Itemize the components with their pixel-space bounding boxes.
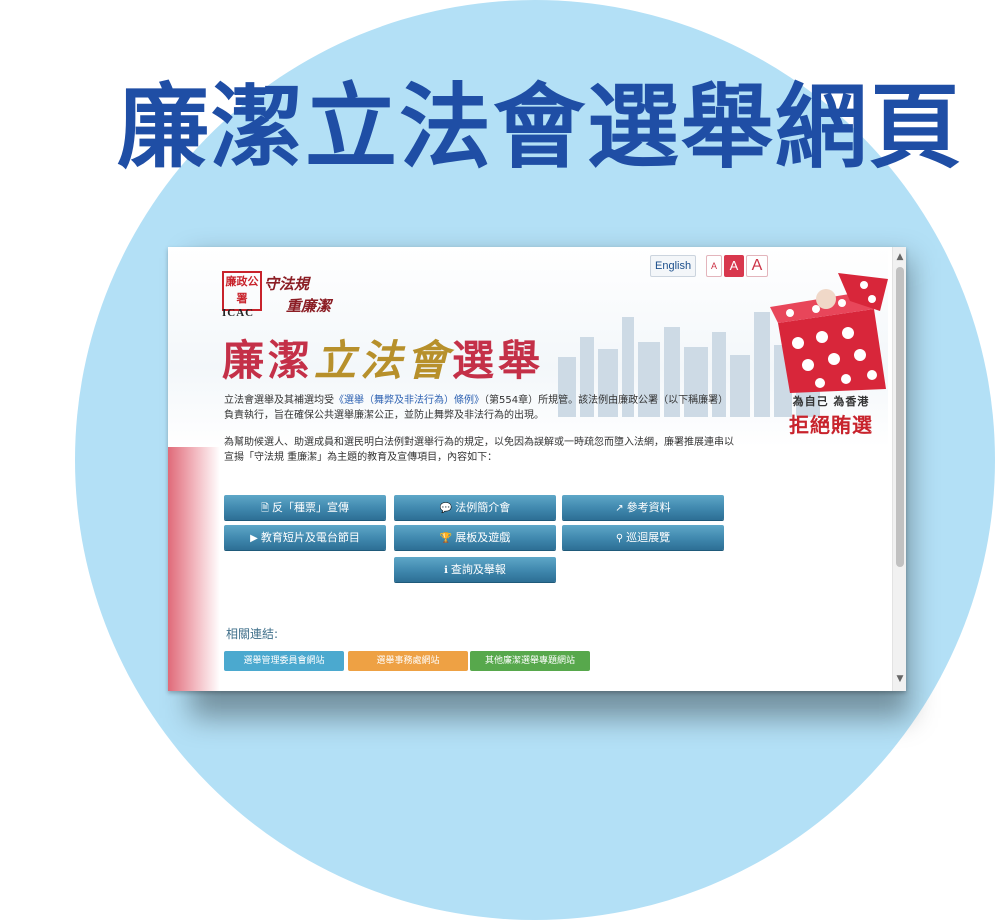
- scroll-thumb[interactable]: [896, 267, 904, 567]
- law-briefing-button[interactable]: 💬 法例簡介會: [394, 495, 556, 520]
- intro-paragraph-1: 立法會選舉及其補選均受《選舉（舞弊及非法行為）條例》（第554章）所規管。該法例…: [224, 393, 734, 423]
- trophy-icon: 🏆: [439, 533, 453, 544]
- slogan-line-2: 重廉潔: [286, 297, 332, 315]
- display-boards-games-button[interactable]: 🏆 展板及遊戲: [394, 525, 556, 550]
- reference-materials-button[interactable]: ↗ 參考資料: [562, 495, 724, 520]
- banner-sub: 為自己 為香港: [792, 395, 870, 408]
- chat-icon: 💬: [439, 503, 453, 514]
- button-label: 查詢及舉報: [450, 563, 506, 576]
- reo-website-link[interactable]: 選舉事務處網站: [348, 651, 468, 671]
- info-icon: ℹ: [444, 565, 448, 576]
- ordinance-link[interactable]: 《選舉（舞弊及非法行為）條例》: [334, 395, 484, 406]
- icac-wordmark: ICAC: [222, 307, 255, 319]
- enquiry-report-button[interactable]: ℹ 查詢及舉報: [394, 557, 556, 582]
- document-icon: 🗎: [260, 503, 270, 514]
- site-title-left: 廉潔: [222, 336, 315, 385]
- related-links-heading: 相關連結:: [226, 627, 279, 641]
- font-size-small-button[interactable]: A: [706, 255, 722, 277]
- english-language-button[interactable]: English: [650, 255, 697, 277]
- intro-paragraph-2: 為幫助候選人、助選成員和選民明白法例對選舉行為的規定，以免因為誤解或一時疏忽而墮…: [224, 437, 734, 463]
- button-label: 參考資料: [626, 501, 671, 514]
- roving-exhibition-button[interactable]: ⚲ 巡迴展覽: [562, 525, 724, 550]
- gift-box-image: [770, 273, 888, 393]
- site-title-right: 選舉: [452, 336, 545, 385]
- font-size-large-button[interactable]: A: [746, 255, 768, 277]
- slogan-line-1: 守法規: [264, 275, 310, 293]
- vertical-scrollbar[interactable]: ▲ ▼: [892, 247, 906, 691]
- anti-bribery-banner: 為自己 為香港 拒絕賄選: [772, 393, 890, 438]
- font-size-medium-button[interactable]: A: [724, 255, 744, 277]
- other-clean-election-link[interactable]: 其他廉潔選舉專題網站: [470, 651, 590, 671]
- slogan: 守法規 重廉潔: [264, 273, 331, 317]
- eac-website-link[interactable]: 選舉管理委員會網站: [224, 651, 344, 671]
- button-label: 巡迴展覽: [626, 531, 671, 544]
- button-label: 反「種票」宣傳: [272, 501, 350, 514]
- video-icon: ▶: [250, 533, 258, 544]
- intro-text-1a: 立法會選舉及其補選均受: [224, 395, 334, 406]
- site-title-mid: 立法會: [314, 336, 453, 385]
- external-link-icon: ↗: [615, 503, 624, 514]
- browser-window: 廉政公署 ICAC 守法規 重廉潔 廉潔立法會選舉 English A A A …: [168, 247, 906, 691]
- scroll-up-icon[interactable]: ▲: [893, 251, 906, 263]
- scroll-down-icon[interactable]: ▼: [893, 673, 906, 685]
- videos-radio-button[interactable]: ▶ 教育短片及電台節目: [224, 525, 386, 550]
- page-headline: 廉潔立法會選舉網頁: [116, 74, 963, 181]
- site-title: 廉潔立法會選舉: [222, 327, 544, 388]
- banner-main: 拒絕賄選: [789, 413, 873, 437]
- anti-vote-rigging-button[interactable]: 🗎 反「種票」宣傳: [224, 495, 386, 520]
- icac-logo: 廉政公署: [222, 271, 262, 311]
- button-label: 展板及遊戲: [455, 531, 511, 544]
- button-label: 法例簡介會: [455, 501, 511, 514]
- button-label: 教育短片及電台節目: [260, 531, 360, 544]
- map-marker-icon: ⚲: [615, 533, 624, 544]
